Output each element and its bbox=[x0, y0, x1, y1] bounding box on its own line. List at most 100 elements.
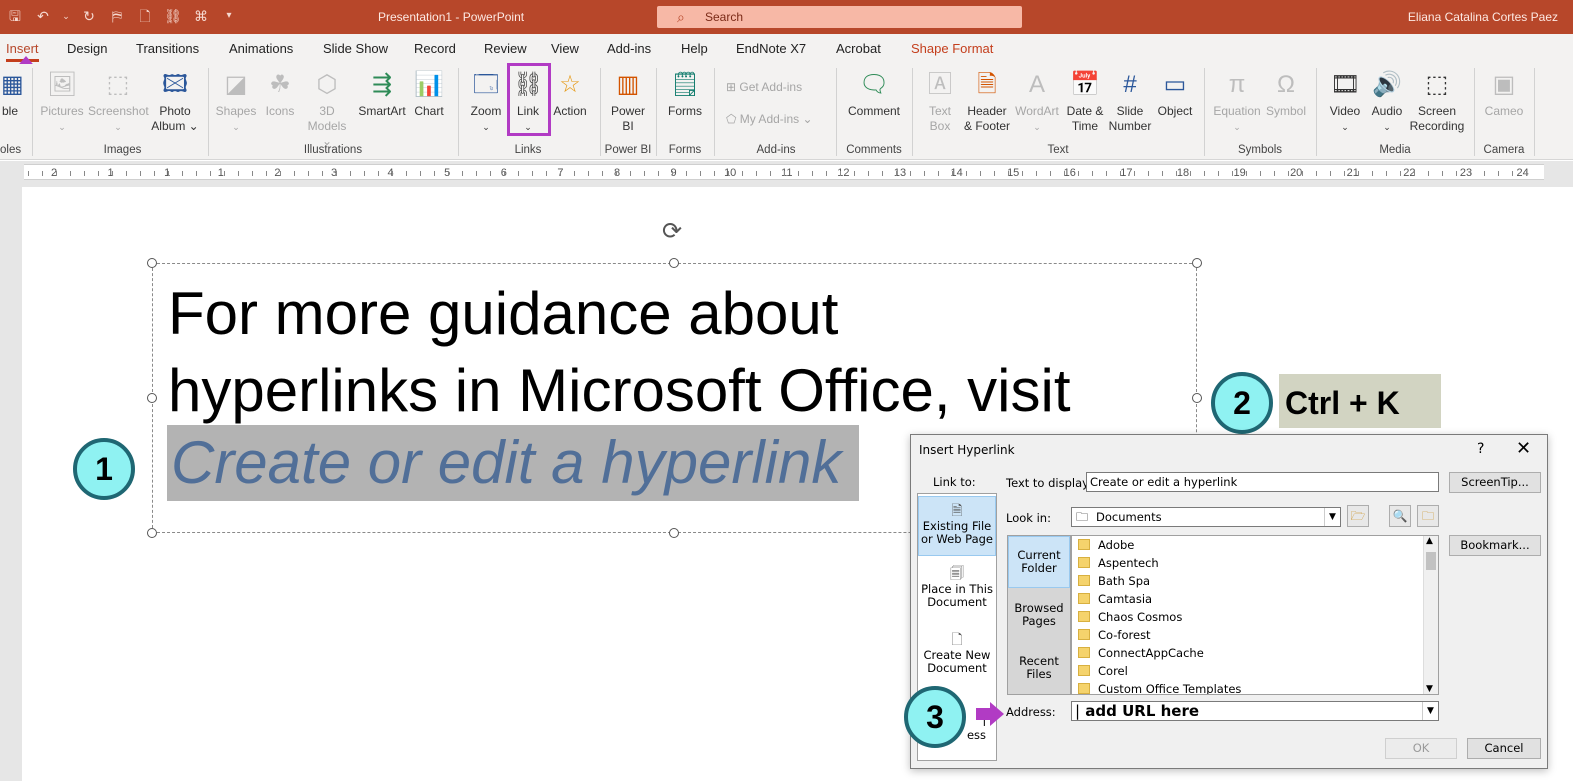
table-button[interactable]: ▦ ble bbox=[0, 70, 24, 119]
resize-handle-top-left[interactable] bbox=[147, 258, 157, 268]
equation-button[interactable]: π Equation ⌄ bbox=[1210, 70, 1264, 135]
tab-help[interactable]: Help bbox=[681, 41, 708, 56]
list-item[interactable]: Bath Spa bbox=[1078, 572, 1150, 590]
pictures-button[interactable]: 🖼 Pictures ⌄ bbox=[40, 70, 84, 135]
undo-icon[interactable]: ↶ bbox=[34, 6, 52, 26]
scroll-thumb[interactable] bbox=[1426, 552, 1436, 570]
touch-mode-icon[interactable]: ⌘ bbox=[192, 6, 210, 26]
power-bi-button[interactable]: ▥ Power BI bbox=[606, 70, 650, 134]
video-button[interactable]: 🎞 Video ⌄ bbox=[1324, 70, 1366, 135]
list-item[interactable]: Aspentech bbox=[1078, 554, 1159, 572]
slide-number-button[interactable]: # Slide Number bbox=[1106, 70, 1154, 134]
link-to-place-label-1: Place in This bbox=[921, 582, 993, 596]
close-icon[interactable]: ✕ bbox=[1516, 438, 1531, 459]
3d-models-button[interactable]: ⬡ 3D Models ⌄ bbox=[302, 70, 352, 149]
date-time-button[interactable]: 📅 Date & Time bbox=[1062, 70, 1108, 134]
save-icon[interactable]: 🖫 bbox=[6, 6, 24, 26]
tab-transitions[interactable]: Transitions bbox=[136, 41, 199, 56]
tab-review[interactable]: Review bbox=[484, 41, 527, 56]
tab-record[interactable]: Record bbox=[414, 41, 456, 56]
list-item[interactable]: Corel bbox=[1078, 662, 1128, 680]
tab-browsed-pages[interactable]: Browsed Pages bbox=[1008, 602, 1070, 632]
file-list-scrollbar[interactable]: ▲ ▼ bbox=[1423, 536, 1438, 694]
scroll-up-icon[interactable]: ▲ bbox=[1426, 536, 1433, 546]
my-add-ins-button[interactable]: ⬠ My Add-ins ⌄ bbox=[726, 112, 813, 126]
shapes-button[interactable]: ◪ Shapes ⌄ bbox=[214, 70, 258, 135]
list-item[interactable]: Co-forest bbox=[1078, 626, 1151, 644]
ruler-tick bbox=[1204, 171, 1205, 176]
tab-slide-show[interactable]: Slide Show bbox=[323, 41, 388, 56]
link-to-new-document[interactable]: 🗋 Create New Document bbox=[918, 633, 996, 690]
forms-button[interactable]: 🗒 Forms bbox=[664, 70, 706, 119]
get-add-ins-button[interactable]: ⊞ Get Add-ins bbox=[726, 80, 802, 94]
resize-handle-left[interactable] bbox=[147, 393, 157, 403]
zoom-button[interactable]: 🗔 Zoom ⌄ bbox=[466, 70, 506, 135]
customize-qat-icon[interactable]: ▾ bbox=[220, 6, 238, 26]
ruler-tick bbox=[1120, 171, 1121, 176]
smartart-button[interactable]: ⇶ SmartArt bbox=[355, 70, 409, 119]
user-name[interactable]: Eliana Catalina Cortes Paez bbox=[1408, 10, 1558, 24]
bookmark-button[interactable]: Bookmark... bbox=[1449, 535, 1541, 556]
redo-icon[interactable]: ↻ bbox=[80, 6, 98, 26]
tab-insert[interactable]: Insert bbox=[6, 41, 39, 62]
cancel-button[interactable]: Cancel bbox=[1467, 738, 1541, 759]
tab-animations[interactable]: Animations bbox=[229, 41, 293, 56]
link-to-existing-file[interactable]: 🗎 Existing File or Web Page bbox=[918, 496, 996, 556]
selected-link-text[interactable]: Create or edit a hyperlink bbox=[167, 425, 860, 501]
text-to-display-input[interactable]: Create or edit a hyperlink bbox=[1086, 472, 1439, 492]
browse-web-icon[interactable]: 🔍 bbox=[1389, 505, 1411, 527]
look-in-dropdown[interactable]: 🗀 Documents ▼ bbox=[1071, 507, 1341, 527]
symbol-button[interactable]: Ω Symbol bbox=[1264, 70, 1308, 119]
screenshot-button[interactable]: ⬚ Screenshot ⌄ bbox=[88, 70, 149, 135]
action-button[interactable]: ☆ Action bbox=[550, 70, 590, 119]
new-file-icon[interactable]: 🗋 bbox=[136, 6, 154, 26]
list-item[interactable]: ConnectAppCache bbox=[1078, 644, 1204, 662]
tab-current-folder[interactable]: Current Folder bbox=[1008, 536, 1070, 588]
list-item[interactable]: Adobe bbox=[1078, 536, 1134, 554]
tab-endnote[interactable]: EndNote X7 bbox=[736, 41, 806, 56]
browse-file-icon[interactable]: 🗀 bbox=[1417, 505, 1439, 527]
list-item[interactable]: Chaos Cosmos bbox=[1078, 608, 1182, 626]
chevron-down-icon[interactable]: ▼ bbox=[1422, 702, 1438, 720]
chart-button[interactable]: 📊 Chart bbox=[410, 70, 448, 119]
ok-button[interactable]: OK bbox=[1385, 738, 1457, 759]
ruler-tick bbox=[546, 171, 547, 176]
icons-button[interactable]: ☘ Icons bbox=[260, 70, 300, 119]
resize-handle-bottom-left[interactable] bbox=[147, 528, 157, 538]
resize-handle-top[interactable] bbox=[669, 258, 679, 268]
ruler-tick bbox=[1246, 171, 1247, 176]
tab-acrobat[interactable]: Acrobat bbox=[836, 41, 881, 56]
scroll-down-icon[interactable]: ▼ bbox=[1426, 684, 1433, 694]
header-footer-button[interactable]: 🗎 Header & Footer bbox=[962, 70, 1012, 134]
tab-design[interactable]: Design bbox=[67, 41, 107, 56]
help-icon[interactable]: ? bbox=[1477, 441, 1484, 457]
chevron-down-icon[interactable]: ▼ bbox=[1324, 508, 1340, 526]
list-item[interactable]: Custom Office Templates bbox=[1078, 680, 1241, 694]
address-input[interactable]: | add URL here ▼ bbox=[1071, 701, 1439, 721]
screen-recording-button[interactable]: ⬚ Screen Recording bbox=[1408, 70, 1466, 134]
tab-view[interactable]: View bbox=[551, 41, 579, 56]
screentip-button[interactable]: ScreenTip... bbox=[1449, 472, 1541, 493]
object-button[interactable]: ▭ Object bbox=[1154, 70, 1196, 119]
resize-handle-bottom[interactable] bbox=[669, 528, 679, 538]
photo-album-button[interactable]: 🖾 Photo Album ⌄ bbox=[150, 70, 200, 134]
tab-shape-format[interactable]: Shape Format bbox=[911, 41, 993, 56]
text-box-button[interactable]: 🄰 Text Box bbox=[920, 70, 960, 134]
comment-button[interactable]: 🗨 Comment bbox=[846, 70, 902, 119]
resize-handle-top-right[interactable] bbox=[1192, 258, 1202, 268]
resize-handle-right[interactable] bbox=[1192, 393, 1202, 403]
undo-dropdown-icon[interactable]: ⌄ bbox=[62, 6, 70, 26]
present-icon[interactable]: ⛿ bbox=[108, 6, 126, 26]
wordart-button[interactable]: A WordArt ⌄ bbox=[1014, 70, 1060, 135]
power-bi-icon: ▥ bbox=[616, 71, 640, 98]
audio-button[interactable]: 🔊 Audio ⌄ bbox=[1366, 70, 1408, 135]
tab-recent-files[interactable]: Recent Files bbox=[1008, 655, 1070, 685]
search-box[interactable]: ⌕ Search bbox=[657, 6, 1022, 28]
tab-add-ins[interactable]: Add-ins bbox=[607, 41, 651, 56]
link-to-place-in-document[interactable]: 🗐 Place in This Document bbox=[918, 567, 996, 624]
rotate-handle-icon[interactable]: ⟳ bbox=[662, 217, 682, 246]
list-item[interactable]: Camtasia bbox=[1078, 590, 1152, 608]
up-folder-icon[interactable]: 🗁 bbox=[1347, 505, 1369, 527]
cameo-button[interactable]: ▣ Cameo bbox=[1482, 70, 1526, 119]
link-qat-icon[interactable]: ⛓ bbox=[164, 6, 182, 26]
